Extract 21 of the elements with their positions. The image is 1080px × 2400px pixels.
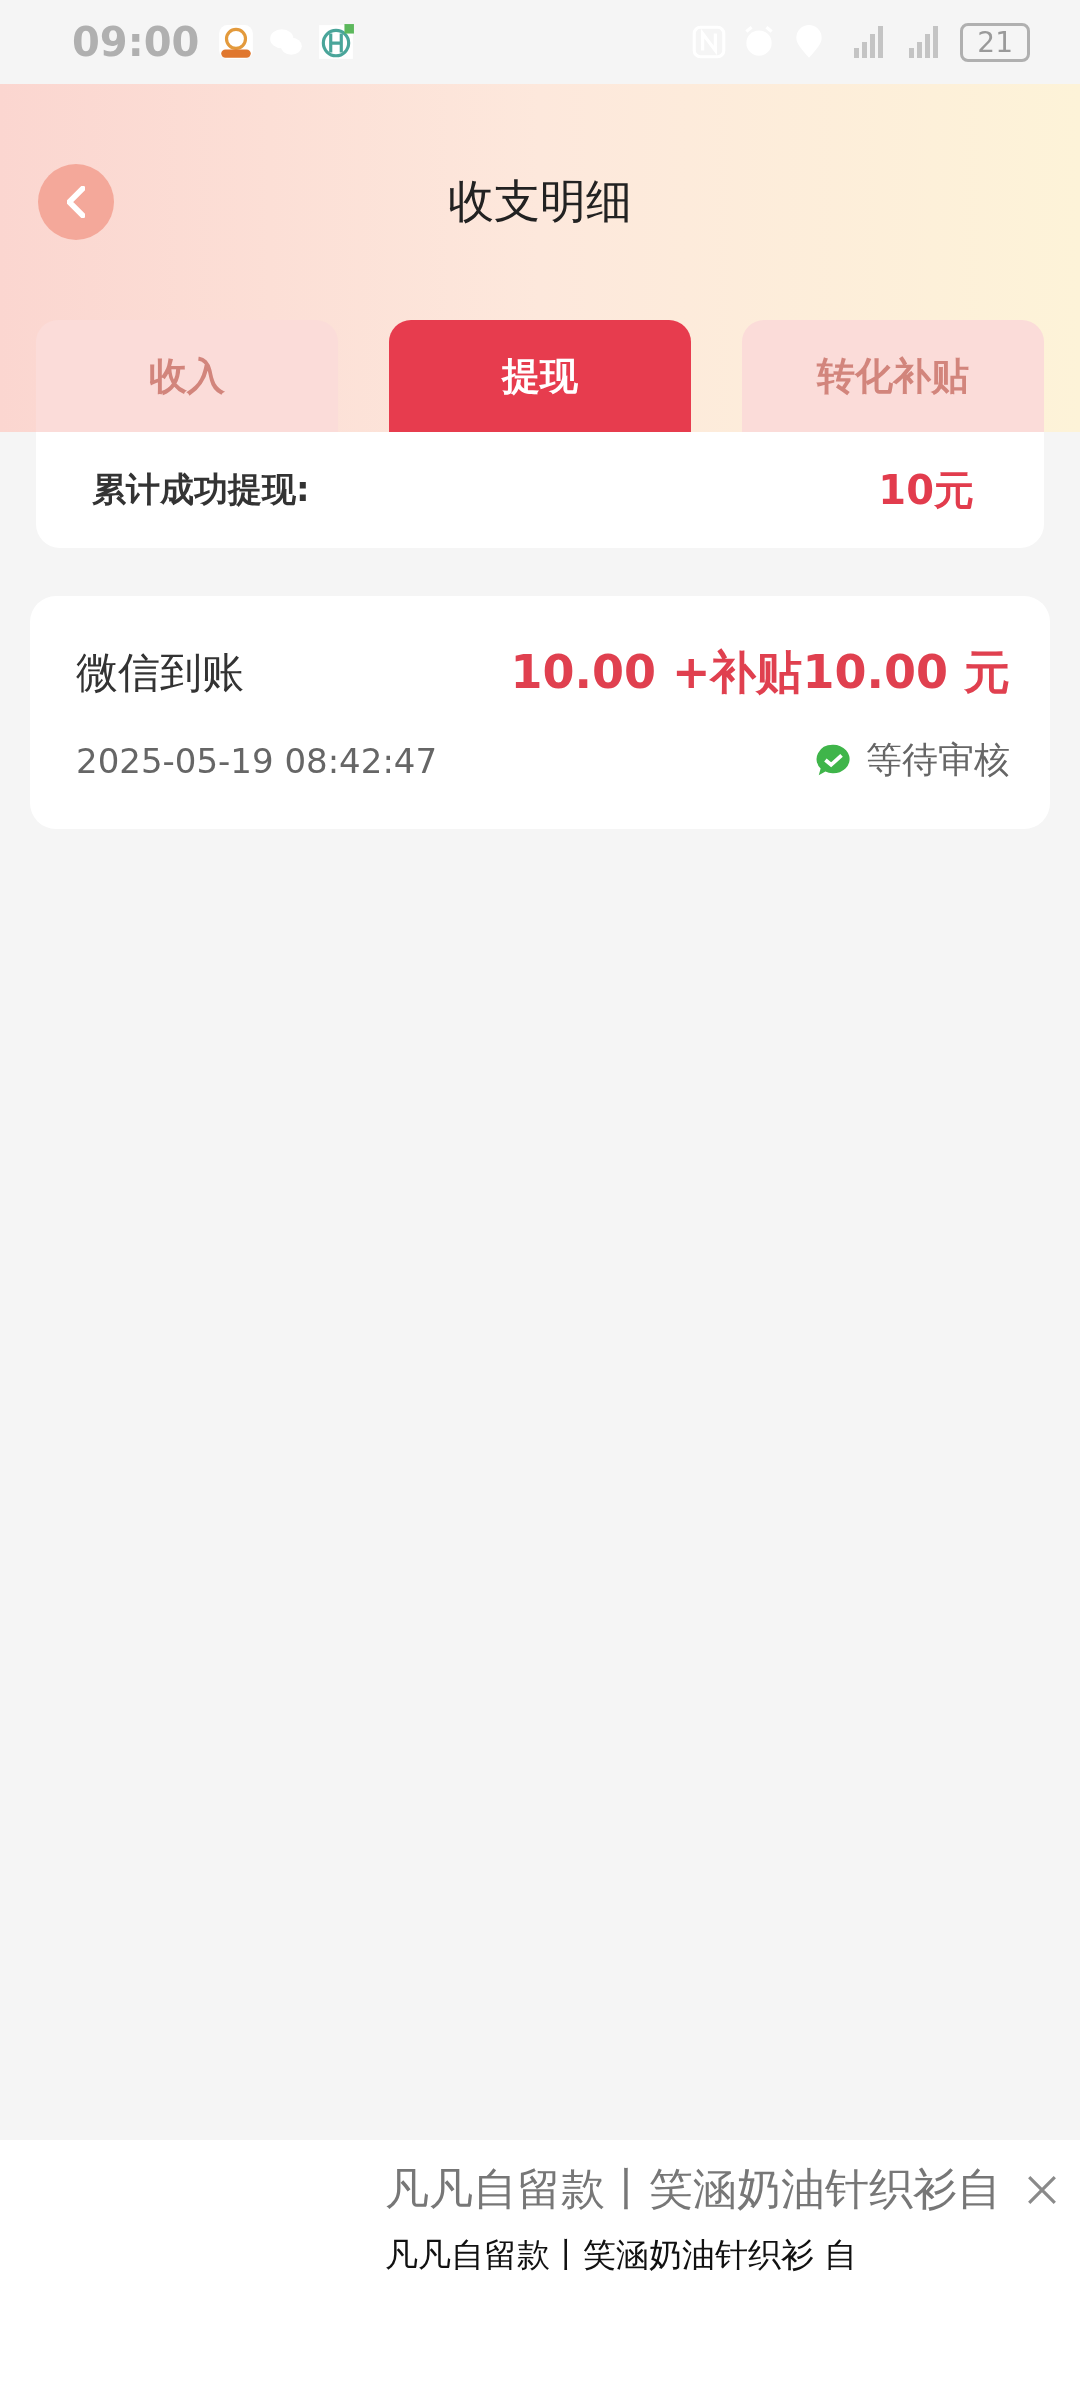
- tab[interactable]: 提现: [389, 320, 691, 432]
- bank-icon: [317, 23, 356, 61]
- record-amount: 10.00 +补贴10.00 元: [510, 644, 1010, 701]
- ad-caption: 凡凡自留款丨笑涵奶油针织衫 自: [385, 2234, 859, 2276]
- signal-icon: [909, 26, 939, 58]
- tab[interactable]: 转化补贴: [742, 320, 1044, 432]
- tab[interactable]: 收入: [36, 320, 338, 432]
- app-icon: [217, 23, 256, 61]
- record-title: 微信到账: [76, 647, 244, 699]
- ad-headline: 凡凡自留款丨笑涵奶油针织衫自: [385, 2162, 1001, 2216]
- ad-banner[interactable]: 凡凡自留款丨笑涵奶油针织衫自 凡凡自留款丨笑涵奶油针织衫 自: [0, 2140, 1080, 2400]
- battery-level: 21: [960, 22, 1030, 62]
- page-title: 收支明细: [448, 173, 632, 230]
- record-status: 等待审核: [866, 738, 1010, 782]
- signal-icon: [854, 26, 884, 58]
- status-time: 09:00: [72, 19, 200, 65]
- summary-value: 10元: [878, 465, 974, 515]
- close-icon[interactable]: [1026, 2173, 1058, 2206]
- back-icon: [67, 186, 85, 218]
- summary-label: 累计成功提现:: [92, 468, 310, 511]
- record-time: 2025-05-19 08:42:47: [76, 740, 438, 781]
